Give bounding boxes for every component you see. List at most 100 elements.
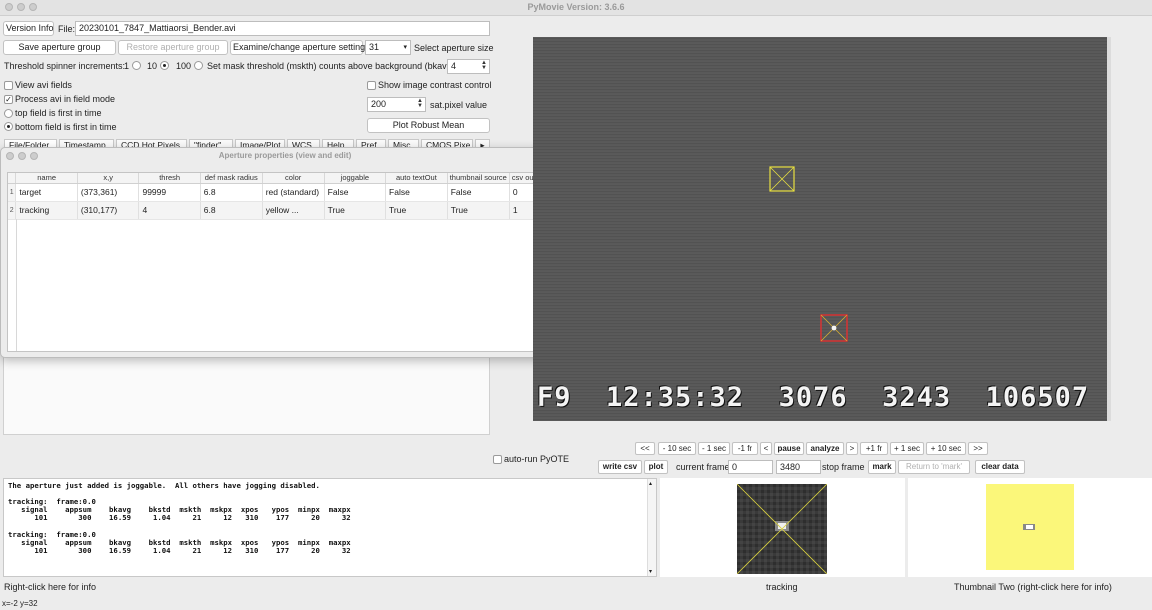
table-row[interactable]: 2 tracking (310,177) 4 6.8 yellow ... Tr…: [8, 201, 562, 220]
file-label: File:: [58, 24, 76, 34]
tracking-aperture-box[interactable]: [769, 166, 795, 192]
video-frame[interactable]: F9 12:35:32 3076 3243 106507: [533, 37, 1111, 421]
threshold-option-100-radio[interactable]: [194, 61, 203, 70]
return-to-mark-button[interactable]: Return to 'mark': [898, 460, 970, 474]
process-field-mode-checkbox[interactable]: ✓: [4, 95, 13, 104]
file-path-field[interactable]: 20230101_7847_Mattiaorsi_Bender.avi: [75, 21, 490, 36]
threshold-option-10-label: 10: [147, 61, 158, 71]
current-frame-field[interactable]: 0: [728, 460, 773, 474]
analyze-button[interactable]: analyze: [806, 442, 844, 455]
table-cell[interactable]: False: [324, 183, 387, 202]
table-cell[interactable]: 6.8: [200, 183, 263, 202]
step-forward-button[interactable]: >: [846, 442, 858, 455]
column-header-thresh[interactable]: thresh: [138, 173, 201, 184]
save-aperture-group-button[interactable]: Save aperture group: [3, 40, 116, 55]
threshold-increments-label: Threshold spinner increments:: [4, 61, 126, 71]
bottom-field-first-radio[interactable]: [4, 122, 13, 131]
row-number: 2: [8, 201, 17, 220]
examine-aperture-settings-button[interactable]: Examine/change aperture settings: [230, 40, 370, 55]
column-header-auto-textout[interactable]: auto textOut: [385, 173, 448, 184]
thumbnail-two-panel[interactable]: [908, 478, 1152, 577]
sat-pixel-spinner[interactable]: 200 ▲ ▼: [367, 97, 426, 112]
thumbnail-one-image: [737, 484, 827, 574]
table-cell[interactable]: False: [385, 183, 448, 202]
table-cell[interactable]: tracking: [15, 201, 78, 220]
show-contrast-checkbox[interactable]: [367, 81, 376, 90]
restore-aperture-group-button[interactable]: Restore aperture group: [118, 40, 228, 55]
thumbnail-one-panel[interactable]: [660, 478, 905, 577]
forward-10-sec-button[interactable]: + 10 sec: [926, 442, 966, 455]
table-cell[interactable]: (373,361): [77, 183, 140, 202]
log-text-area[interactable]: The aperture just added is joggable. All…: [3, 478, 657, 577]
column-header-def-mask-radius[interactable]: def mask radius: [200, 173, 263, 184]
thumbnail-two-label[interactable]: Thumbnail Two (right-click here for info…: [954, 581, 1112, 593]
forward-1-sec-button[interactable]: + 1 sec: [890, 442, 924, 455]
table-cell[interactable]: True: [385, 201, 448, 220]
top-field-first-label: top field is first in time: [15, 108, 102, 118]
jump-end-button[interactable]: >>: [968, 442, 988, 455]
auto-run-pyote-label: auto-run PyOTE: [504, 454, 570, 464]
mask-threshold-value: 4: [451, 61, 457, 71]
mask-threshold-spinner[interactable]: 4 ▲ ▼: [447, 59, 490, 74]
table-cell[interactable]: False: [447, 183, 510, 202]
table-cell[interactable]: True: [324, 201, 387, 220]
row-number: 1: [8, 183, 17, 202]
write-csv-button[interactable]: write csv: [598, 460, 642, 474]
thumbnail-one-label: tracking: [766, 582, 798, 592]
aperture-table: name x,y thresh def mask radius color jo…: [7, 172, 563, 352]
sat-pixel-value: 200: [371, 99, 387, 109]
step-back-button[interactable]: <: [760, 442, 772, 455]
bottom-field-first-label: bottom field is first in time: [15, 122, 117, 132]
stop-frame-field[interactable]: 3480: [776, 460, 821, 474]
current-frame-label: current frame: [676, 462, 730, 472]
aperture-window-title: Aperture properties (view and edit): [218, 151, 352, 160]
forward-1-frame-button[interactable]: +1 fr: [860, 442, 888, 455]
select-aperture-size-label: Select aperture size: [414, 43, 494, 53]
table-cell[interactable]: 4: [138, 201, 201, 220]
table-cell[interactable]: red (standard): [262, 183, 325, 202]
plot-robust-mean-button[interactable]: Plot Robust Mean: [367, 118, 490, 133]
clear-data-button[interactable]: clear data: [975, 460, 1025, 474]
table-cell[interactable]: 99999: [138, 183, 201, 202]
aperture-properties-window: Aperture properties (view and edit) name…: [0, 147, 570, 358]
spinner-arrows-icon[interactable]: ▲ ▼: [480, 60, 488, 72]
log-text: The aperture just added is joggable. All…: [8, 481, 351, 555]
aperture-size-select[interactable]: 31 ▾: [365, 40, 411, 55]
table-cell[interactable]: yellow ...: [262, 201, 325, 220]
mark-button[interactable]: mark: [868, 460, 896, 474]
auto-run-pyote-checkbox[interactable]: [493, 455, 502, 464]
back-1-frame-button[interactable]: -1 fr: [732, 442, 758, 455]
chevron-down-icon: ▾: [403, 44, 407, 51]
right-click-info-label[interactable]: Right-click here for info: [4, 581, 96, 593]
column-header-thumbnail-source[interactable]: thumbnail source: [447, 173, 510, 184]
stop-frame-label: stop frame: [822, 462, 865, 472]
top-field-first-radio[interactable]: [4, 109, 13, 118]
back-10-sec-button[interactable]: - 10 sec: [658, 442, 696, 455]
column-header-xy[interactable]: x,y: [77, 173, 140, 184]
jump-start-button[interactable]: <<: [635, 442, 655, 455]
column-header-joggable[interactable]: joggable: [324, 173, 387, 184]
table-cell[interactable]: (310,177): [77, 201, 140, 220]
pause-button[interactable]: pause: [774, 442, 804, 455]
threshold-option-1-radio[interactable]: [132, 61, 141, 70]
log-scrollbar[interactable]: ▴ ▾: [647, 479, 656, 576]
back-1-sec-button[interactable]: - 1 sec: [698, 442, 730, 455]
scroll-down-icon[interactable]: ▾: [649, 568, 652, 575]
column-header-name[interactable]: name: [15, 173, 78, 184]
star-field-image: [533, 37, 1111, 421]
version-info-button[interactable]: Version Info: [3, 21, 54, 36]
scroll-up-icon[interactable]: ▴: [649, 480, 652, 487]
table-row[interactable]: 1 target (373,361) 99999 6.8 red (standa…: [8, 183, 562, 202]
threshold-option-10-radio[interactable]: [160, 61, 169, 70]
view-avi-fields-checkbox[interactable]: [4, 81, 13, 90]
target-aperture-box[interactable]: [820, 314, 848, 342]
table-cell[interactable]: True: [447, 201, 510, 220]
aperture-size-value: 31: [369, 42, 380, 52]
threshold-option-1-label: 1: [124, 61, 130, 71]
column-header-color[interactable]: color: [262, 173, 325, 184]
spinner-arrows-icon[interactable]: ▲ ▼: [416, 98, 424, 110]
plot-button[interactable]: plot: [644, 460, 668, 474]
table-cell[interactable]: target: [15, 183, 78, 202]
table-cell[interactable]: 6.8: [200, 201, 263, 220]
process-field-mode-label: Process avi in field mode: [15, 94, 116, 104]
